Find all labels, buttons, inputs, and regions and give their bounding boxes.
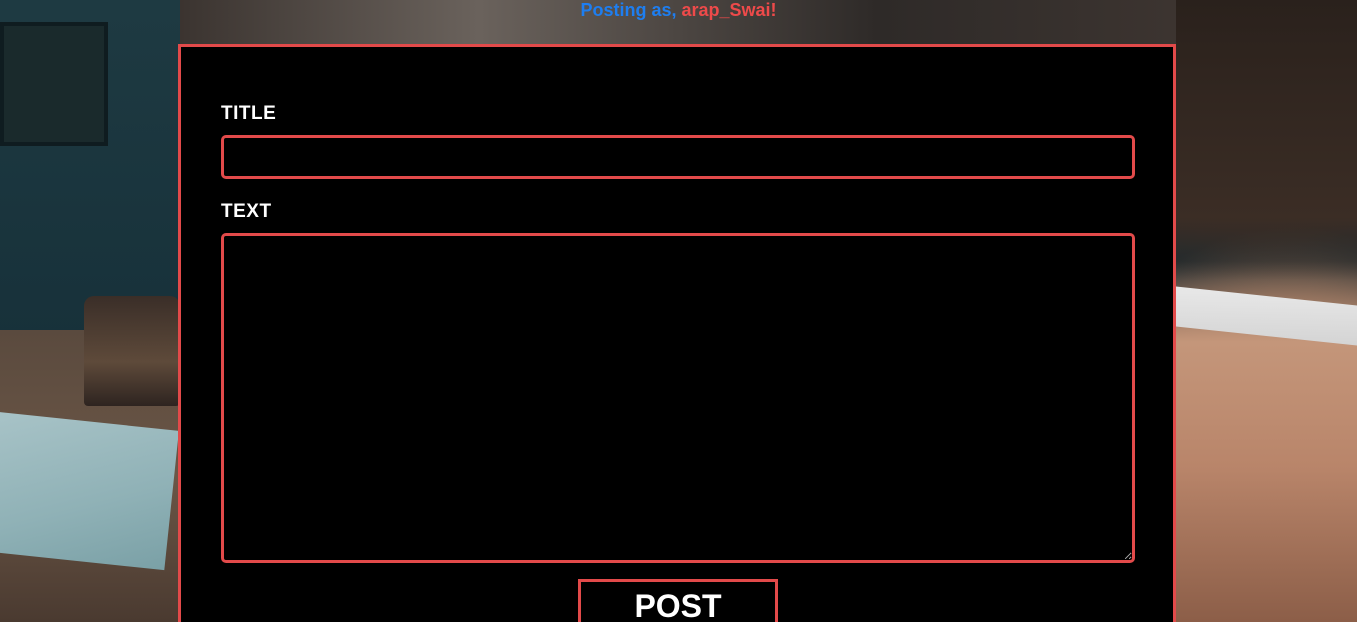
posting-as-prefix: Posting as, bbox=[580, 0, 682, 20]
title-input[interactable] bbox=[221, 135, 1135, 179]
background-picture-frame bbox=[0, 22, 108, 146]
posting-as-username: arap_Swai! bbox=[681, 0, 777, 20]
post-button[interactable]: POST bbox=[578, 579, 778, 622]
background-bottle bbox=[84, 296, 180, 406]
text-label: TEXT bbox=[221, 201, 272, 222]
page: Posting as, arap_Swai! TITLE TEXT POST bbox=[0, 0, 1357, 622]
text-textarea[interactable] bbox=[221, 233, 1135, 563]
post-form: TITLE TEXT POST bbox=[178, 44, 1176, 622]
background-newspaper bbox=[0, 410, 179, 571]
posting-as-banner: Posting as, arap_Swai! bbox=[0, 0, 1357, 20]
title-label: TITLE bbox=[221, 103, 277, 124]
